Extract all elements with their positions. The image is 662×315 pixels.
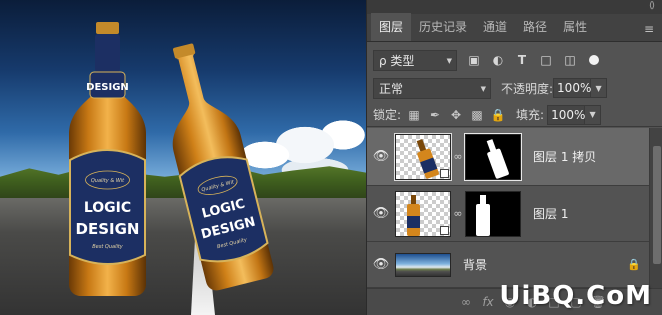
panel-tab-bar: 图层 历史记录 通道 路径 属性 ≡ bbox=[367, 13, 662, 42]
shape-filter-icon[interactable]: □ bbox=[539, 53, 553, 67]
visibility-eye-icon[interactable]: 👁 bbox=[367, 149, 395, 164]
smart-object-badge-icon bbox=[440, 225, 449, 235]
visibility-eye-icon[interactable]: 👁 bbox=[367, 206, 395, 221]
layer-lock-icon: 🔒 bbox=[627, 258, 641, 271]
lock-position-icon[interactable]: ✥ bbox=[448, 108, 464, 122]
blend-mode-dropdown[interactable]: 正常 ▼ bbox=[373, 77, 491, 99]
layer-name[interactable]: 图层 1 拷贝 bbox=[533, 148, 596, 165]
layer-list: 👁 ∞ 图层 1 拷贝 👁 ∞ 图层 1 👁 背景 🔒 bbox=[367, 128, 649, 288]
visibility-eye-icon[interactable]: 👁 bbox=[367, 257, 395, 272]
beer-bottle-graphic: DESIGN Quality & Wit LOGIC DESIGN Best Q… bbox=[69, 22, 146, 296]
collapse-panel-icon[interactable]: ⟨⟩ bbox=[649, 1, 655, 11]
mask-link-icon[interactable]: ∞ bbox=[451, 150, 465, 163]
layer-mask-thumbnail[interactable] bbox=[465, 190, 521, 237]
layer-name[interactable]: 图层 1 bbox=[533, 205, 568, 222]
blend-opacity-row: 正常 ▼ 不透明度: 100% ▼ bbox=[367, 76, 662, 100]
chevron-down-icon: ▼ bbox=[446, 56, 452, 65]
opacity-dropdown-icon[interactable]: ▼ bbox=[591, 78, 608, 98]
document-canvas[interactable]: DESIGN Quality & Wit LOGIC DESIGN Best Q… bbox=[0, 0, 366, 315]
tab-channels[interactable]: 通道 bbox=[475, 13, 515, 41]
layer-thumbnail[interactable] bbox=[395, 190, 451, 237]
smart-object-filter-icon[interactable]: ◫ bbox=[563, 53, 577, 67]
site-watermark: UiBQ.CoM bbox=[499, 281, 652, 311]
blend-mode-value: 正常 bbox=[379, 81, 404, 96]
lock-all-icon[interactable]: 🔒 bbox=[490, 108, 506, 122]
beer-bottle-image: DESIGN Quality & Wit LOGIC DESIGN Best Q… bbox=[60, 20, 155, 298]
fill-dropdown-icon[interactable]: ▼ bbox=[585, 104, 602, 125]
fill-label: 填充: bbox=[516, 108, 545, 122]
layers-panel: ⟨⟩ 图层 历史记录 通道 路径 属性 ≡ ρ 类型 ▼ ▣ ◐ T □ ◫ 正… bbox=[366, 0, 662, 315]
scrollbar-thumb[interactable] bbox=[653, 146, 661, 264]
bottle-script-text: Quality & Wit bbox=[91, 178, 125, 184]
filter-toggle-icon[interactable] bbox=[589, 55, 599, 65]
smart-object-badge-icon bbox=[440, 168, 449, 178]
layer-style-icon[interactable]: fx bbox=[477, 295, 499, 309]
bottle-logo-top: LOGIC bbox=[84, 200, 131, 216]
opacity-label: 不透明度: bbox=[501, 81, 554, 96]
panel-menu-icon[interactable]: ≡ bbox=[644, 22, 654, 36]
tab-layers[interactable]: 图层 bbox=[371, 13, 412, 41]
lock-fill-row: 锁定: ▦ ✒ ✥ ▩ 🔒 填充: 100% ▼ bbox=[367, 103, 662, 127]
bottle-logo-bottom: DESIGN bbox=[76, 220, 140, 238]
mask-bottle-silhouette-icon bbox=[486, 138, 509, 179]
lock-pixels-icon[interactable]: ✒ bbox=[427, 108, 443, 122]
fill-input[interactable]: 100% bbox=[547, 104, 585, 125]
bottle-neck-text: DESIGN bbox=[86, 82, 129, 93]
type-filter-icon[interactable]: T bbox=[515, 53, 529, 67]
layer-list-scrollbar[interactable] bbox=[649, 128, 662, 288]
opacity-input[interactable]: 100% bbox=[553, 78, 591, 98]
tab-properties[interactable]: 属性 bbox=[555, 13, 595, 41]
chevron-down-icon: ▼ bbox=[480, 84, 486, 93]
layer-row[interactable]: 👁 ∞ 图层 1 拷贝 bbox=[367, 128, 649, 186]
mask-link-icon[interactable]: ∞ bbox=[451, 207, 465, 220]
filter-kind-dropdown[interactable]: ρ 类型 ▼ bbox=[373, 49, 457, 71]
panel-title-bar[interactable]: ⟨⟩ bbox=[367, 0, 662, 14]
layer-name[interactable]: 背景 bbox=[463, 256, 487, 273]
layer-thumbnail[interactable] bbox=[394, 132, 452, 181]
layer-mask-thumbnail[interactable] bbox=[464, 132, 522, 181]
pixel-filter-icon[interactable]: ▣ bbox=[467, 53, 481, 67]
filter-kind-value: ρ 类型 bbox=[379, 53, 415, 68]
tab-paths[interactable]: 路径 bbox=[515, 13, 555, 41]
mask-bottle-silhouette-icon bbox=[476, 194, 490, 236]
background-thumbnail[interactable] bbox=[395, 252, 451, 277]
link-layers-icon[interactable]: ∞ bbox=[455, 295, 477, 309]
layer-row[interactable]: 👁 ∞ 图层 1 bbox=[367, 186, 649, 242]
lock-label: 锁定: bbox=[373, 108, 402, 122]
bottle-small-text: Best Quality bbox=[92, 244, 124, 250]
adjustment-filter-icon[interactable]: ◐ bbox=[491, 53, 505, 67]
lock-transparency-icon[interactable]: ▦ bbox=[406, 108, 422, 122]
tab-history[interactable]: 历史记录 bbox=[411, 13, 475, 41]
layer-filter-row: ρ 类型 ▼ ▣ ◐ T □ ◫ bbox=[367, 46, 662, 74]
lock-artboard-icon[interactable]: ▩ bbox=[469, 108, 485, 122]
